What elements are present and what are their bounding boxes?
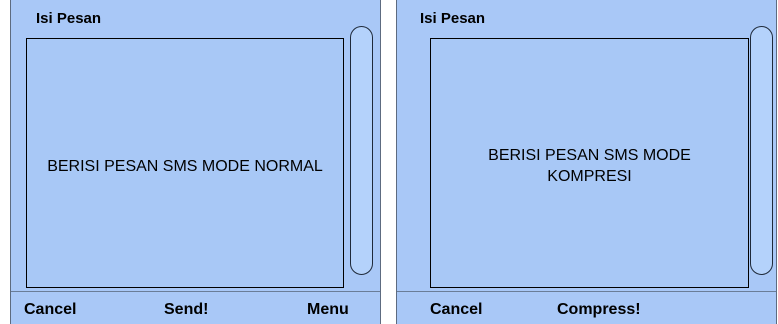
softkey-bar: Cancel Compress! [397, 291, 776, 324]
phone-screen-normal: Isi Pesan BERISI PESAN SMS MODE NORMAL C… [10, 0, 381, 324]
compress-softkey[interactable]: Compress! [557, 301, 641, 319]
send-softkey[interactable]: Send! [164, 301, 208, 319]
phone-screen-compress: Isi Pesan BERISI PESAN SMS MODE KOMPRESI… [396, 0, 777, 324]
screen-title: Isi Pesan [36, 10, 102, 27]
message-text: BERISI PESAN SMS MODE KOMPRESI [488, 147, 691, 185]
cancel-softkey[interactable]: Cancel [430, 301, 482, 319]
message-textarea[interactable]: BERISI PESAN SMS MODE NORMAL [26, 38, 344, 288]
vertical-scrollbar[interactable] [350, 26, 373, 275]
menu-softkey[interactable]: Menu [307, 301, 349, 319]
message-text: BERISI PESAN SMS MODE NORMAL [47, 157, 323, 175]
softkey-bar: Cancel Send! Menu [11, 291, 380, 324]
screen-title: Isi Pesan [420, 10, 486, 27]
message-textarea[interactable]: BERISI PESAN SMS MODE KOMPRESI [430, 38, 749, 288]
vertical-scrollbar[interactable] [750, 26, 773, 275]
cancel-softkey[interactable]: Cancel [24, 301, 76, 319]
